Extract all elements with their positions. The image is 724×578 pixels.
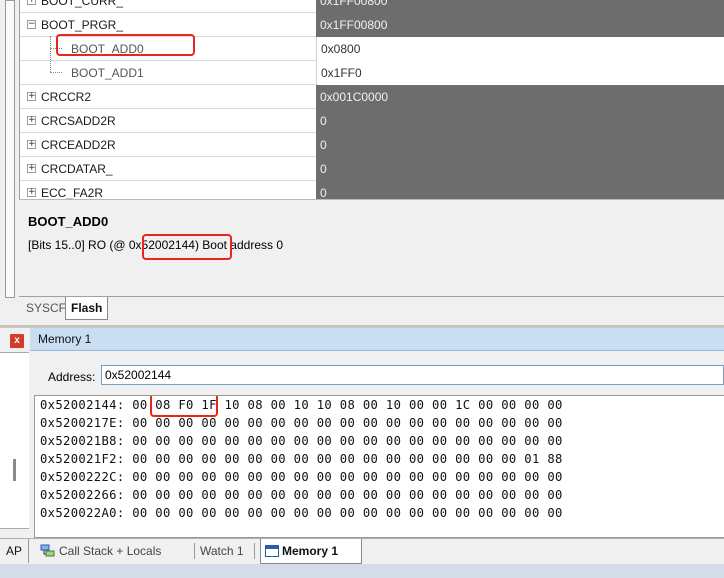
address-input[interactable]: 0x52002144	[101, 365, 724, 385]
memory-line: 0x52002266: 00 00 00 00 00 00 00 00 00 0…	[40, 488, 563, 502]
register-name: CRCSADD2R	[41, 114, 116, 128]
left-panel-area	[0, 352, 29, 529]
highlight-box-address	[142, 234, 232, 260]
field-value[interactable]: 0x1FF0	[316, 61, 724, 85]
register-name: BOOT_CURR_	[41, 0, 124, 8]
register-name: CRCCR2	[41, 90, 92, 104]
register-value[interactable]: 0	[316, 133, 724, 157]
tab-divider	[254, 543, 255, 559]
register-row-crcdatar[interactable]: + CRCDATAR_ 0	[20, 157, 724, 181]
register-value[interactable]: 0	[316, 157, 724, 181]
register-row-boot-curr[interactable]: + BOOT_CURR_ 0x1FF00800	[20, 0, 724, 13]
description-prefix: [Bits 15..0] RO (@	[28, 238, 129, 252]
memory-line: 0x5200222C: 00 00 00 00 00 00 00 00 00 0…	[40, 470, 563, 484]
status-bar	[0, 564, 724, 578]
tab-divider	[194, 543, 195, 559]
expand-icon[interactable]: +	[27, 92, 36, 101]
tab-memory1-label: Memory 1	[282, 544, 339, 558]
expand-icon[interactable]: +	[27, 164, 36, 173]
tab-call-stack-label: Call Stack + Locals	[59, 544, 162, 558]
register-row-boot-add1[interactable]: BOOT_ADD1 0x1FF0	[20, 61, 724, 85]
memory-line: 0x520022A0: 00 00 00 00 00 00 00 00 00 0…	[40, 506, 563, 520]
description-title: BOOT_ADD0	[28, 214, 109, 229]
register-row-crccr2[interactable]: + CRCCR2 0x001C0000	[20, 85, 724, 109]
memory-line: 0x5200217E: 00 00 00 00 00 00 00 00 00 0…	[40, 416, 563, 430]
memory-line: 0x52002144: 00 08 F0 1F 10 08 00 10 10 0…	[40, 398, 563, 412]
memory-window: Address: 0x52002144 0x52002144: 00 08 F0…	[30, 351, 724, 538]
highlight-box-bytes	[150, 396, 218, 417]
register-value[interactable]: 0x1FF00800	[316, 0, 724, 13]
tab-call-stack[interactable]: Call Stack + Locals	[40, 539, 161, 563]
call-stack-icon	[40, 544, 55, 557]
close-icon[interactable]: x	[10, 334, 24, 348]
register-value[interactable]: 0x1FF00800	[316, 13, 724, 37]
field-value[interactable]: 0x0800	[316, 37, 724, 61]
memory-dump[interactable]: 0x52002144: 00 08 F0 1F 10 08 00 10 10 0…	[34, 395, 724, 538]
left-dock-panel: x	[0, 328, 30, 558]
tab-watch1[interactable]: Watch 1	[200, 539, 244, 563]
collapse-icon[interactable]: −	[27, 20, 36, 29]
tab-ap[interactable]: AP	[0, 539, 29, 563]
register-row-crceadd2r[interactable]: + CRCEADD2R 0	[20, 133, 724, 157]
expand-icon[interactable]: +	[27, 116, 36, 125]
register-row-crcsadd2r[interactable]: + CRCSADD2R 0	[20, 109, 724, 133]
memory-icon	[265, 545, 279, 557]
tab-memory1[interactable]: Memory 1	[260, 539, 362, 564]
memory-line: 0x520021F2: 00 00 00 00 00 00 00 00 00 0…	[40, 452, 563, 466]
left-panel-strip	[0, 0, 19, 325]
register-name: CRCDATAR_	[41, 162, 113, 176]
expand-icon[interactable]: +	[27, 188, 36, 197]
address-label: Address:	[48, 370, 96, 384]
tab-flash[interactable]: Flash	[65, 297, 109, 320]
memory-line: 0x520021B8: 00 00 00 00 00 00 00 00 00 0…	[40, 434, 563, 448]
register-value[interactable]: 0x001C0000	[316, 85, 724, 109]
register-name: CRCEADD2R	[41, 138, 116, 152]
scroll-thumb[interactable]	[13, 459, 16, 481]
highlight-box-boot-add0	[56, 34, 195, 56]
expand-icon[interactable]: +	[27, 140, 36, 149]
register-description: BOOT_ADD0 [Bits 15..0] RO (@ 0x52002144)…	[19, 199, 724, 297]
memory-window-title: Memory 1	[38, 332, 92, 346]
expand-icon[interactable]: +	[27, 0, 36, 5]
peripheral-tab-bar: SYSCFG Flash	[19, 296, 724, 326]
debug-tab-bar: AP Call Stack + Locals Watch 1 Memory 1	[0, 538, 724, 565]
memory-window-titlebar[interactable]: Memory 1	[30, 328, 724, 351]
register-value[interactable]: 0	[316, 109, 724, 133]
